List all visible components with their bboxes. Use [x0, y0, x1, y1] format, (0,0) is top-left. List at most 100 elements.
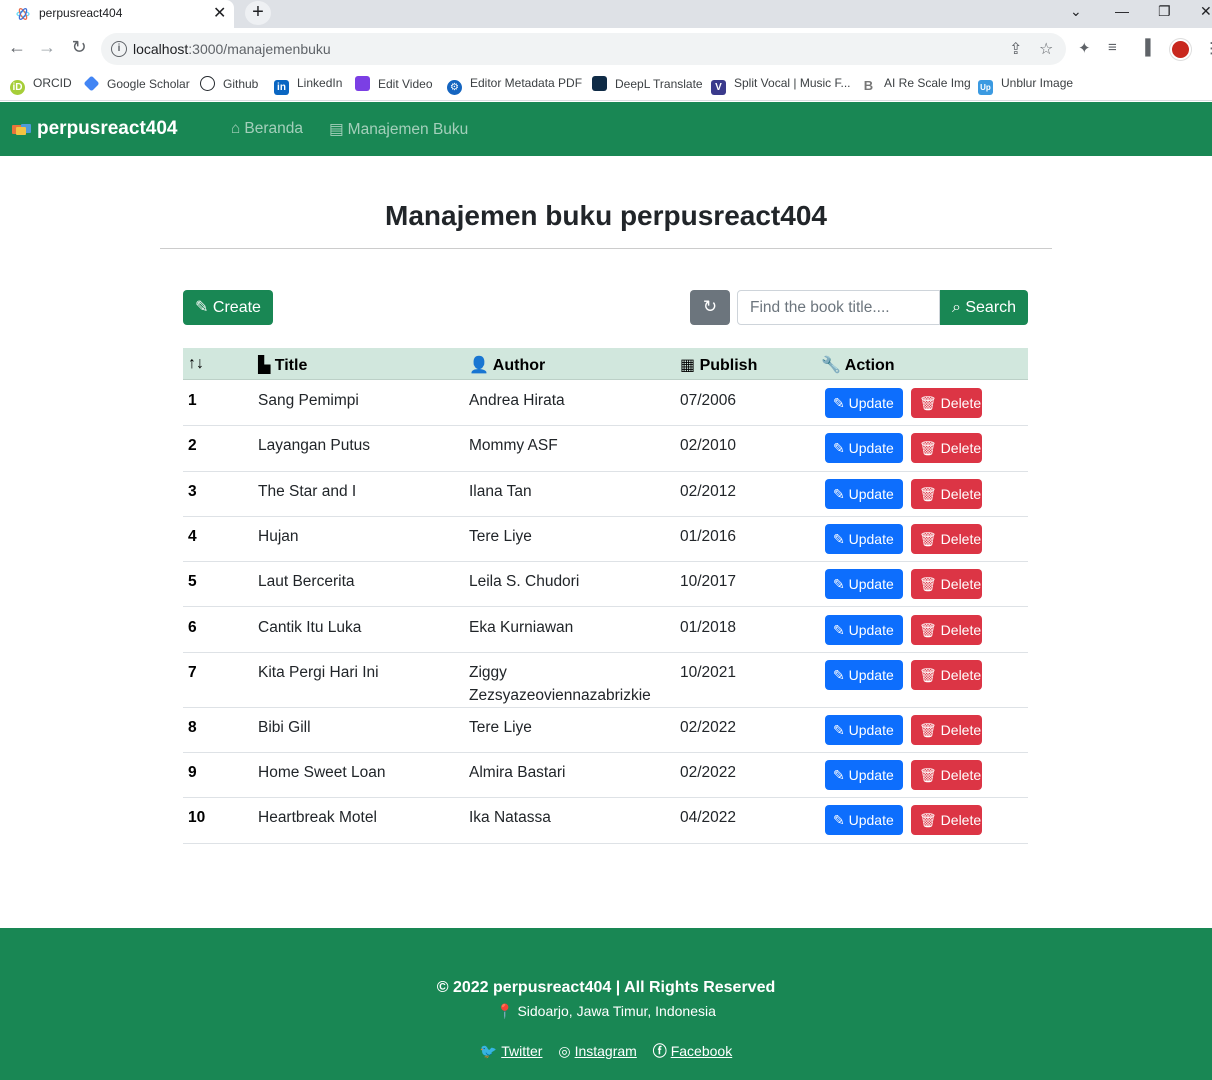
bookmark-linkedin[interactable]: in LinkedIn — [274, 76, 342, 95]
bookmark-github[interactable]: Github — [200, 76, 258, 91]
app-navbar: perpusreact404 ⌂ Beranda ▤ Manajemen Buku — [0, 102, 1212, 156]
extensions-icon[interactable]: ✦ — [1078, 39, 1091, 57]
delete-button[interactable]: 🗑 Delete — [911, 433, 982, 464]
delete-button[interactable]: 🗑 Delete — [911, 569, 982, 600]
update-button[interactable]: ✎ Update — [825, 614, 903, 645]
trash-icon: 🗑 — [919, 721, 937, 738]
restore-icon[interactable]: ❐ — [1158, 3, 1171, 20]
linkedin-icon: in — [274, 80, 289, 95]
book-title: Layangan Putus — [258, 437, 371, 455]
delete-button[interactable]: 🗑 Delete — [911, 805, 982, 836]
delete-button[interactable]: 🗑 Delete — [911, 388, 982, 418]
react-favicon-icon — [16, 8, 30, 20]
update-button[interactable]: ✎ Update — [825, 714, 903, 745]
side-panel-icon[interactable]: ▐ — [1140, 39, 1151, 56]
delete-button[interactable]: 🗑 Delete — [911, 659, 982, 690]
bookmark-orcid[interactable]: iD ORCID — [10, 76, 72, 95]
bookmarks-bar: iD ORCID Google Scholar Github in LinkedIn… — [0, 70, 1212, 101]
book-publish-date: 01/2016 — [680, 527, 737, 545]
book-title: Laut Bercerita — [258, 573, 355, 591]
forward-icon[interactable]: → — [35, 37, 59, 58]
delete-button[interactable]: 🗑 Delete — [911, 478, 982, 509]
book-author: Eka Kurniawan — [469, 618, 574, 636]
book-title: Kita Pergi Hari Ini — [258, 663, 379, 681]
trash-icon: 🗑 — [919, 530, 937, 547]
media-control-icon[interactable]: ≡ — [1108, 39, 1117, 56]
trash-icon: 🗑 — [919, 485, 937, 502]
nav-link-beranda[interactable]: ⌂ Beranda — [231, 120, 303, 138]
bookmark-ai-rescale[interactable]: B AI Re Scale Img — [861, 76, 971, 93]
update-button[interactable]: ✎ Update — [825, 659, 903, 690]
column-action: 🔧 Action — [821, 357, 895, 374]
search-button[interactable]: ⌕ Search — [940, 290, 1028, 325]
address-bar[interactable]: i localhost:3000/manajemenbuku ⇪ ☆ — [101, 33, 1066, 65]
book-publish-date: 10/2017 — [680, 573, 737, 591]
instagram-link[interactable]: ◎ Instagram — [558, 1043, 636, 1059]
bookmark-star-icon[interactable]: ☆ — [1039, 39, 1053, 59]
trash-icon: 🗑 — [919, 666, 937, 683]
update-button[interactable]: ✎ Update — [825, 569, 903, 600]
update-button[interactable]: ✎ Update — [825, 433, 903, 464]
bookmark-google-scholar[interactable]: Google Scholar — [83, 75, 190, 92]
book-publish-date: 02/2012 — [680, 482, 737, 500]
update-button[interactable]: ✎ Update — [825, 760, 903, 791]
browser-tab[interactable]: perpusreact404 ✕ — [0, 0, 234, 28]
navbar-brand[interactable]: perpusreact404 — [37, 118, 177, 140]
update-button[interactable]: ✎ Update — [825, 523, 903, 554]
close-window-icon[interactable]: ✕ — [1200, 3, 1212, 20]
nav-link-manajemen-buku[interactable]: ▤ Manajemen Buku — [329, 120, 468, 139]
delete-button[interactable]: 🗑 Delete — [911, 614, 982, 645]
row-number: 8 — [188, 718, 197, 736]
footer-copyright: © 2022 perpusreact404 | All Rights Reser… — [436, 979, 776, 996]
close-tab-icon[interactable]: ✕ — [213, 3, 226, 23]
menu-icon[interactable]: ⋮ — [1204, 39, 1212, 57]
book-title: The Star and I — [258, 482, 357, 500]
table-header: ↑↓ ▙ Title 👤 Author ▦ Publish 🔧 Action — [183, 348, 1028, 380]
book-publish-date: 01/2018 — [680, 618, 737, 636]
book-author: Andrea Hirata — [469, 392, 565, 409]
trash-icon: 🗑 — [919, 395, 937, 411]
footer-social-links: 🐦 Twitter ◎ Instagram ⓕ Facebook — [0, 1041, 1212, 1061]
site-info-icon[interactable]: i — [111, 41, 127, 57]
bookmark-editor-metadata-pdf[interactable]: ⚙ Editor Metadata PDF — [447, 76, 582, 95]
bookmark-edit-video[interactable]: Edit Video — [355, 76, 433, 91]
update-button[interactable]: ✎ Update — [825, 478, 903, 509]
back-icon[interactable]: ← — [5, 37, 29, 58]
delete-button[interactable]: 🗑 Delete — [911, 714, 982, 745]
bookmark-split-vocal[interactable]: V Split Vocal | Music F... — [711, 76, 851, 95]
book-publish-date: 02/2022 — [680, 718, 737, 736]
new-tab-button[interactable]: + — [245, 1, 271, 25]
update-button[interactable]: ✎ Update — [825, 388, 903, 418]
search-input[interactable] — [737, 290, 940, 325]
facebook-link[interactable]: ⓕ Facebook — [653, 1043, 732, 1059]
delete-button[interactable]: 🗑 Delete — [911, 523, 982, 554]
book-title: Hujan — [258, 527, 299, 545]
update-button[interactable]: ✎ Update — [825, 805, 903, 836]
book-author: Ziggy Zezsyazeoviennazabrizkie — [469, 663, 651, 704]
bookmark-deepl[interactable]: DeepL Translate — [592, 76, 703, 91]
row-number: 10 — [188, 809, 206, 827]
create-button[interactable]: ✎ Create — [183, 290, 273, 325]
bookmark-unblur-image[interactable]: Up Unblur Image — [978, 76, 1073, 95]
delete-button[interactable]: 🗑 Delete — [911, 760, 982, 791]
profile-avatar[interactable] — [1170, 39, 1191, 60]
row-number: 7 — [188, 663, 197, 681]
page-title: Manajemen buku perpusreact404 — [385, 200, 827, 231]
tab-search-icon[interactable]: ⌄ — [1070, 3, 1082, 20]
reload-icon[interactable]: ↻ — [67, 37, 91, 58]
book-publish-date: 04/2022 — [680, 809, 737, 827]
book-reader-icon: ▙ — [258, 357, 275, 374]
map-pin-icon: 📍 — [496, 1003, 514, 1019]
trash-icon: 🗑 — [919, 576, 937, 593]
trash-icon: 🗑 — [919, 767, 937, 784]
book-publish-date: 07/2006 — [680, 392, 737, 409]
minimize-icon[interactable]: — — [1115, 3, 1129, 19]
table-row: 2 Layangan Putus Mommy ASF 02/2010 ✎ Update 🗑… — [183, 426, 1028, 472]
twitter-link[interactable]: 🐦 Twitter — [480, 1043, 543, 1059]
book-stack-logo-icon — [12, 124, 31, 135]
share-icon[interactable]: ⇪ — [1009, 39, 1022, 59]
edit-icon: ✎ — [833, 621, 845, 638]
refresh-button[interactable]: ↻ — [690, 290, 730, 325]
wrench-icon: 🔧 — [821, 357, 845, 374]
table-row: 4 Hujan Tere Liye 01/2016 ✎ Update 🗑 Delete — [183, 517, 1028, 563]
